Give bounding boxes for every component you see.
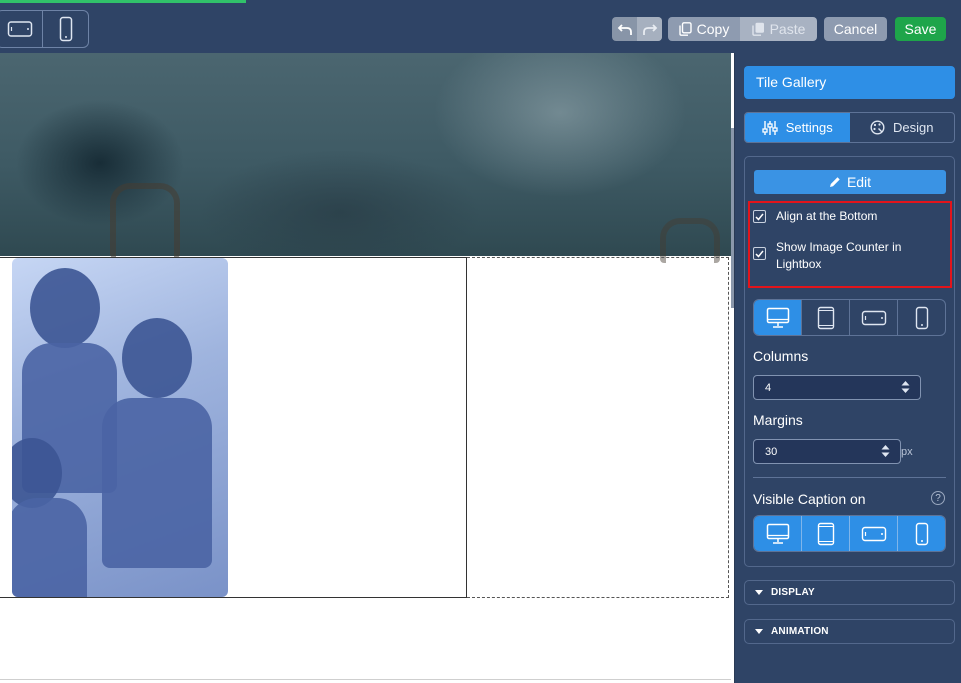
tablet-landscape-icon [7, 21, 32, 37]
redo-icon [642, 24, 657, 35]
phone-icon [915, 306, 928, 329]
copy-icon [678, 22, 692, 36]
gallery-tile-image[interactable] [12, 258, 228, 597]
progress-bar [0, 0, 246, 3]
check-icon [755, 250, 764, 258]
check-icon [755, 213, 764, 221]
caption-tablet-button[interactable] [801, 516, 849, 551]
gallery-cell-selected[interactable] [467, 257, 729, 598]
margins-unit: px [901, 446, 913, 458]
align-bottom-label: Align at the Bottom [776, 209, 878, 223]
hero-image[interactable] [0, 53, 731, 263]
panel-title: Tile Gallery [744, 66, 955, 99]
photo-shape [122, 318, 192, 398]
desktop-icon [766, 307, 789, 328]
display-section-label: DISPLAY [771, 587, 815, 598]
chevron-up-icon [881, 445, 890, 450]
tab-settings[interactable]: Settings [745, 113, 850, 142]
caption-desktop-button[interactable] [754, 516, 801, 551]
columns-value: 4 [765, 381, 772, 394]
photo-shape [102, 398, 212, 568]
undo-icon [617, 24, 632, 35]
panel-tabs: Settings Design [744, 112, 955, 143]
pencil-icon [829, 177, 840, 187]
phone-icon [59, 16, 72, 42]
editor-canvas [0, 53, 734, 683]
chevron-down-icon [881, 452, 890, 457]
tablet-landscape-icon [861, 526, 886, 541]
hero-decoration [110, 183, 180, 258]
device-switcher [0, 10, 89, 48]
photo-shape [30, 268, 100, 348]
animation-section-toggle[interactable]: ANIMATION [744, 619, 955, 644]
device-selector [753, 299, 946, 336]
columns-spinner[interactable] [901, 380, 910, 394]
chevron-up-icon [901, 381, 910, 386]
palette-icon [870, 120, 885, 135]
margins-input[interactable]: 30 [753, 439, 901, 464]
chevron-down-icon [901, 388, 910, 393]
caret-down-icon [755, 590, 763, 595]
caption-phone-button[interactable] [897, 516, 945, 551]
undo-redo-group [612, 17, 662, 41]
top-toolbar: Copy Paste Cancel Save [0, 0, 961, 53]
tab-settings-label: Settings [785, 120, 833, 135]
desktop-icon [766, 523, 789, 544]
device-phone-button[interactable] [897, 300, 945, 335]
image-counter-option: Show Image Counter in Lightbox [753, 239, 903, 273]
settings-panel: Tile Gallery Settings Design Edit Align … [734, 53, 961, 683]
visible-caption-label: Visible Caption on [753, 491, 866, 507]
device-tablet-landscape-button[interactable] [849, 300, 897, 335]
tablet-landscape-button[interactable] [0, 11, 42, 47]
copy-button[interactable]: Copy [668, 17, 740, 41]
tab-design[interactable]: Design [850, 113, 955, 142]
phone-icon [915, 522, 928, 545]
columns-label: Columns [753, 348, 809, 364]
caption-device-selector [753, 515, 946, 552]
margins-spinner[interactable] [881, 444, 890, 458]
caption-tablet-landscape-button[interactable] [849, 516, 897, 551]
redo-button[interactable] [637, 17, 662, 41]
image-counter-checkbox[interactable] [753, 247, 766, 260]
caret-down-icon [755, 629, 763, 634]
settings-section: Edit Align at the Bottom Show Image Coun… [744, 156, 955, 567]
paste-button[interactable]: Paste [740, 17, 817, 41]
cancel-button[interactable]: Cancel [824, 17, 887, 41]
margins-label: Margins [753, 412, 803, 428]
sliders-icon [762, 120, 778, 135]
section-divider [753, 477, 946, 478]
tablet-landscape-icon [861, 310, 886, 325]
device-desktop-button[interactable] [754, 300, 801, 335]
phone-button[interactable] [42, 11, 88, 47]
tablet-icon [817, 522, 834, 545]
device-tablet-button[interactable] [801, 300, 849, 335]
edit-button[interactable]: Edit [754, 170, 946, 194]
undo-button[interactable] [612, 17, 637, 41]
help-icon[interactable]: ? [931, 491, 945, 505]
image-counter-label: Show Image Counter in Lightbox [776, 240, 902, 271]
photo-shape [12, 498, 87, 597]
tab-design-label: Design [893, 120, 934, 135]
paste-icon [751, 22, 764, 36]
animation-section-label: ANIMATION [771, 626, 829, 637]
align-bottom-checkbox[interactable] [753, 210, 766, 223]
align-bottom-option: Align at the Bottom [753, 208, 877, 225]
paste-label: Paste [769, 21, 806, 37]
tablet-icon [817, 306, 834, 329]
display-section-toggle[interactable]: DISPLAY [744, 580, 955, 605]
edit-label: Edit [846, 174, 872, 190]
save-button[interactable]: Save [895, 17, 946, 41]
columns-input[interactable]: 4 [753, 375, 921, 400]
section-divider [0, 679, 731, 680]
margins-value: 30 [765, 445, 778, 458]
copy-paste-group: Copy Paste [668, 17, 817, 41]
copy-label: Copy [696, 21, 730, 37]
